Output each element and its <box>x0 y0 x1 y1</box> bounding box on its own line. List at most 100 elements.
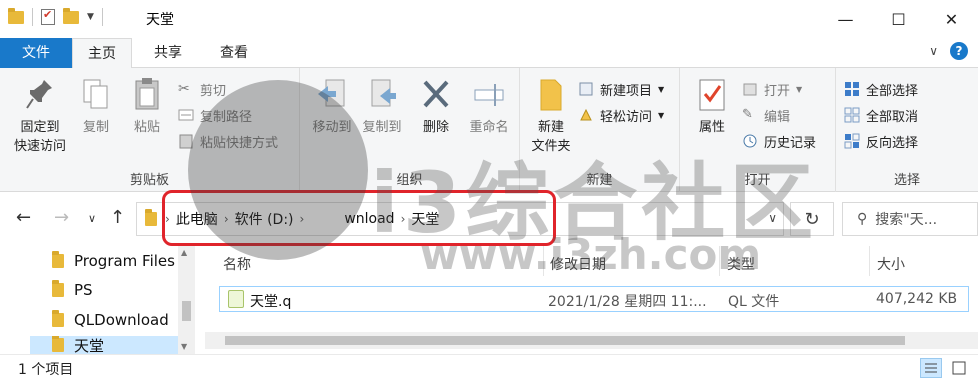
delete-label: 删除 <box>422 120 449 135</box>
item-count: 1 个项目 <box>18 362 74 378</box>
select-all-button[interactable]: 全部选择 <box>844 78 918 100</box>
pin-label-line1: 固定到 <box>20 120 60 135</box>
copy-to-label: 复制到 <box>362 120 402 135</box>
move-to-label: 移动到 <box>312 120 352 135</box>
scrollbar-thumb[interactable] <box>225 336 905 345</box>
new-folder-label-line2: 文件夹 <box>531 139 571 154</box>
easy-access-button[interactable]: 轻松访问 ▼ <box>578 104 664 126</box>
large-icons-view-icon <box>952 361 966 375</box>
clipboard-group: 固定到 快速访问 复制 粘贴 ✂ 剪切 复制路径 粘贴快捷方式 剪贴板 <box>0 68 300 192</box>
ribbon-tabs: 文件 主页 共享 查看 ∨ ? <box>0 38 978 69</box>
scroll-down-icon[interactable]: ▼ <box>181 342 187 351</box>
pin-to-quick-access-button[interactable]: 固定到 快速访问 <box>8 76 72 156</box>
select-none-button[interactable]: 全部取消 <box>844 104 918 126</box>
new-item-button[interactable]: 新建项目 ▼ <box>578 78 664 100</box>
close-button[interactable]: ✕ <box>925 0 978 38</box>
open-button[interactable]: 打开 ▼ <box>742 78 802 100</box>
select-all-icon <box>844 81 860 97</box>
details-view-button[interactable] <box>920 358 942 378</box>
large-icons-view-button[interactable] <box>948 358 970 378</box>
customize-toolbar-chevron-icon[interactable]: ▼ <box>87 12 94 22</box>
folder-icon <box>52 310 64 327</box>
edit-button[interactable]: ✎ 编辑 <box>742 104 790 126</box>
quick-access-toolbar: ▼ <box>8 7 103 26</box>
new-folder-button[interactable]: 新建 文件夹 <box>526 76 576 156</box>
select-group-label: 选择 <box>893 173 920 188</box>
nav-pane-scrollbar[interactable]: ▲ ▼ <box>178 246 195 354</box>
copy-button[interactable]: 复制 <box>76 76 116 137</box>
properties-label: 属性 <box>698 120 725 135</box>
rename-icon <box>473 76 505 114</box>
toolbar-separator <box>32 8 33 26</box>
nav-item-program-files[interactable]: Program Files <box>52 248 175 274</box>
search-icon: ⚲ <box>857 211 868 227</box>
scrollbar-thumb[interactable] <box>182 301 191 321</box>
recent-locations-chevron-icon[interactable]: ∨ <box>88 212 96 225</box>
column-header-modified[interactable]: 修改日期 <box>550 254 606 274</box>
tab-file[interactable]: 文件 <box>0 38 72 68</box>
maximize-button[interactable]: ☐ <box>872 0 925 38</box>
history-button[interactable]: 历史记录 <box>742 130 816 152</box>
forward-arrow-icon[interactable]: → <box>54 207 69 228</box>
new-folder-icon[interactable] <box>63 7 79 24</box>
paste-icon <box>131 76 163 114</box>
search-input[interactable]: ⚲ 搜索"天... <box>842 202 978 236</box>
help-icon[interactable]: ? <box>950 42 968 60</box>
delete-button[interactable]: 删除 <box>416 76 456 137</box>
scroll-up-icon[interactable]: ▲ <box>181 248 187 257</box>
rename-label: 重命名 <box>469 120 509 135</box>
move-to-button[interactable]: 移动到 <box>306 76 358 137</box>
refresh-button[interactable]: ↻ <box>790 202 834 236</box>
invert-selection-button[interactable]: 反向选择 <box>844 130 918 152</box>
open-group-label: 打开 <box>744 173 771 188</box>
pin-icon <box>24 76 56 114</box>
navigation-pane: Program Files PS QLDownload 天堂 <box>0 246 196 354</box>
folder-icon <box>52 251 64 268</box>
collapse-ribbon-chevron-icon[interactable]: ∨ <box>929 44 938 58</box>
column-header-size[interactable]: 大小 <box>877 254 905 274</box>
up-arrow-icon[interactable]: ↑ <box>110 207 125 228</box>
new-group: 新建 文件夹 新建项目 ▼ 轻松访问 ▼ 新建 <box>520 68 680 192</box>
file-row[interactable]: 天堂.q 2021/1/28 星期四 11:... QL 文件 407,242 … <box>219 286 969 312</box>
pin-label-line2: 快速访问 <box>13 139 66 154</box>
new-item-label: 新建项目 <box>600 83 653 99</box>
nav-item-label: 天堂 <box>74 336 105 355</box>
properties-icon[interactable] <box>41 8 55 25</box>
column-divider[interactable] <box>719 246 720 276</box>
paste-shortcut-icon <box>178 133 194 149</box>
new-folder-label-line1: 新建 <box>537 120 564 135</box>
column-header-name[interactable]: 名称 <box>223 254 251 274</box>
nav-item-label: QLDownload <box>74 311 169 329</box>
nav-item-label: Program Files <box>74 252 175 270</box>
file-list-horizontal-scrollbar[interactable] <box>205 332 978 349</box>
column-divider[interactable] <box>869 246 870 276</box>
refresh-icon: ↻ <box>804 208 820 230</box>
tab-view[interactable]: 查看 <box>204 38 264 68</box>
easy-access-chevron-icon: ▼ <box>658 110 665 120</box>
move-to-icon <box>316 76 348 114</box>
nav-item-ps[interactable]: PS <box>52 277 93 303</box>
column-divider[interactable] <box>543 246 544 276</box>
properties-check-icon <box>696 76 728 114</box>
open-icon <box>742 81 758 97</box>
nav-item-qldownload[interactable]: QLDownload <box>52 307 169 333</box>
properties-button[interactable]: 属性 <box>690 76 734 137</box>
paste-button[interactable]: 粘贴 <box>124 76 170 137</box>
back-arrow-icon[interactable]: ← <box>16 207 31 228</box>
cut-button[interactable]: ✂ 剪切 <box>178 78 226 100</box>
edit-pencil-icon: ✎ <box>742 107 753 122</box>
file-type: QL 文件 <box>728 294 780 310</box>
nav-item-current-folder[interactable]: 天堂 <box>30 336 180 354</box>
rename-button[interactable]: 重命名 <box>462 76 516 137</box>
tab-home[interactable]: 主页 <box>72 38 132 69</box>
tab-share[interactable]: 共享 <box>140 38 196 68</box>
minimize-button[interactable]: — <box>819 0 872 38</box>
file-size: 407,242 KB <box>876 291 958 307</box>
copy-to-button[interactable]: 复制到 <box>356 76 408 137</box>
copy-path-button[interactable]: 复制路径 <box>178 104 252 126</box>
folder-icon <box>8 7 24 24</box>
paste-shortcut-button[interactable]: 粘贴快捷方式 <box>178 130 278 152</box>
address-dropdown-chevron-icon[interactable]: ∨ <box>768 211 777 225</box>
column-header-type[interactable]: 类型 <box>727 254 755 274</box>
copy-path-label: 复制路径 <box>200 109 253 125</box>
